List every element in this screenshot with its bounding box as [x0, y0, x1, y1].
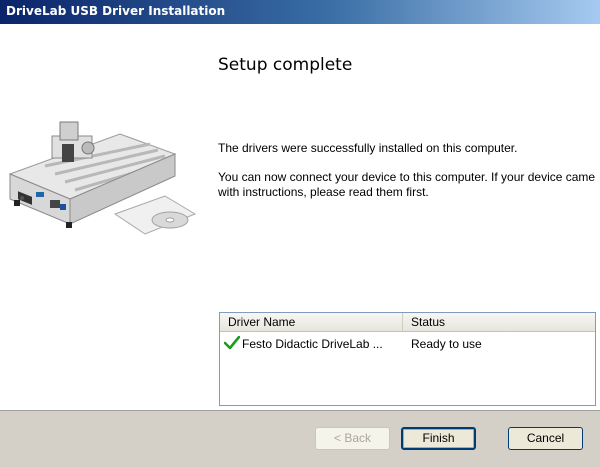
list-header: Driver Name Status	[220, 313, 595, 332]
column-header-driver-name[interactable]: Driver Name	[220, 313, 403, 331]
back-button[interactable]: < Back	[315, 427, 390, 450]
left-image-panel	[0, 24, 210, 410]
driver-list[interactable]: Driver Name Status Festo Didactic DriveL…	[219, 312, 596, 406]
column-header-status[interactable]: Status	[403, 313, 595, 331]
checkmark-icon	[224, 336, 240, 350]
driver-status-cell: Ready to use	[411, 337, 482, 351]
window-title: DriveLab USB Driver Installation	[6, 4, 226, 18]
cancel-button[interactable]: Cancel	[508, 427, 583, 450]
installer-window: DriveLab USB Driver Installation Setup c…	[0, 0, 600, 467]
title-bar[interactable]: DriveLab USB Driver Installation	[0, 0, 600, 24]
finish-button[interactable]: Finish	[401, 427, 476, 450]
driver-name-text: Festo Didactic DriveLab ...	[242, 337, 383, 351]
page-title: Setup complete	[218, 55, 353, 75]
success-message: The drivers were successfully installed …	[218, 141, 518, 155]
list-item[interactable]: Festo Didactic DriveLab ... Ready to use	[220, 335, 595, 353]
instruction-message: You can now connect your device to this …	[218, 170, 596, 199]
driver-name-cell: Festo Didactic DriveLab ...	[224, 335, 403, 353]
drivelab-device-image	[8, 121, 197, 235]
